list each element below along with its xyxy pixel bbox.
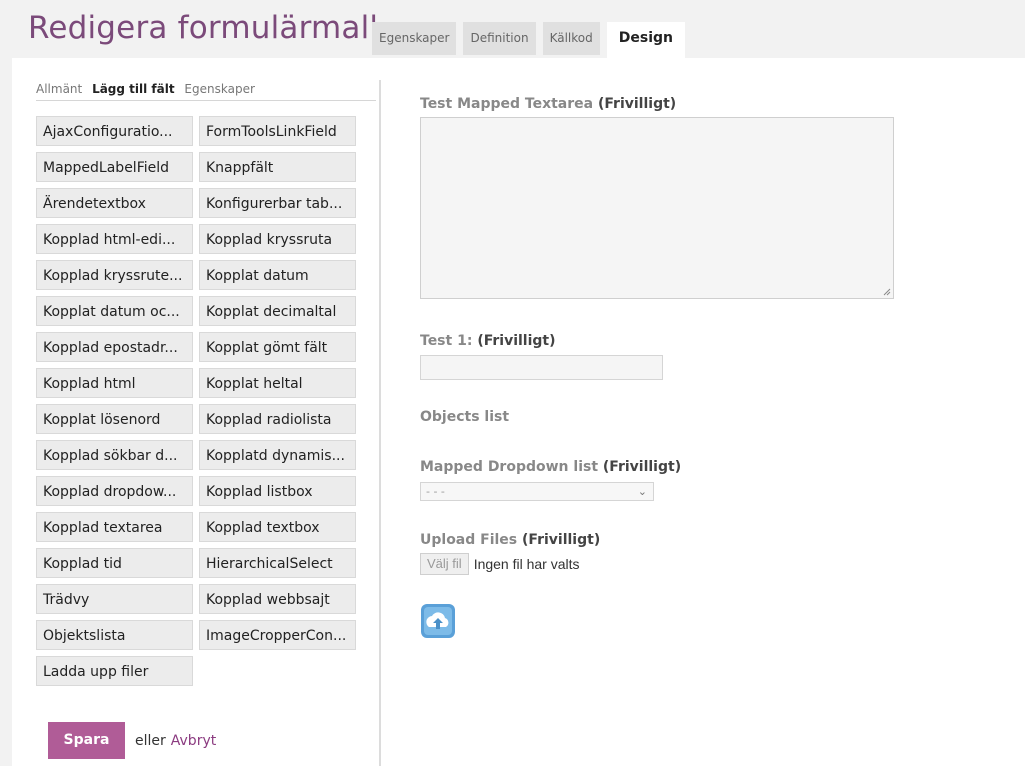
- tab-egenskaper[interactable]: Egenskaper: [372, 22, 457, 55]
- dropdown-optional-text: (Frivilligt): [602, 459, 682, 475]
- file-input: Välj fil Ingen fil har valts: [420, 553, 580, 575]
- upload-label-text: Upload Files: [420, 532, 518, 548]
- objects-list-label: Objects list: [420, 409, 510, 425]
- dropdown-selected-value: - - -: [426, 485, 445, 498]
- field-type-button[interactable]: Objektslista: [36, 620, 193, 650]
- field-type-button[interactable]: Kopplat decimaltal: [199, 296, 356, 326]
- field-type-button[interactable]: Kopplat gömt fält: [199, 332, 356, 362]
- field-type-button[interactable]: Konfigurerbar tab...: [199, 188, 356, 218]
- test1-optional-text: (Frivilligt): [477, 333, 556, 349]
- field-type-button[interactable]: AjaxConfiguratio...: [36, 116, 193, 146]
- field-type-button[interactable]: FormToolsLinkField: [199, 116, 356, 146]
- field-type-button[interactable]: Kopplad tid: [36, 548, 193, 578]
- field-type-button[interactable]: ImageCropperCon...: [199, 620, 356, 650]
- field-type-button[interactable]: Kopplad kryssruta: [199, 224, 356, 254]
- tab-definition[interactable]: Definition: [463, 22, 536, 55]
- mapped-textarea[interactable]: [420, 117, 894, 299]
- page-title: Redigera formulärmall: [28, 10, 379, 46]
- form-actions: Spara eller Avbryt: [48, 722, 216, 759]
- panel-divider: [379, 80, 381, 766]
- field-type-button[interactable]: Kopplad listbox: [199, 476, 356, 506]
- field-type-button[interactable]: Kopplad dropdow...: [36, 476, 193, 506]
- upload-optional-text: (Frivilligt): [522, 532, 601, 548]
- field-type-button[interactable]: Kopplad html-edi...: [36, 224, 193, 254]
- field-panel-subtabs: Allmänt Lägg till fält Egenskaper: [36, 82, 261, 96]
- save-button[interactable]: Spara: [48, 722, 125, 759]
- resize-grip-icon[interactable]: [883, 288, 891, 296]
- mapped-dropdown[interactable]: - - - ⌄: [420, 482, 654, 501]
- tab-kallkod[interactable]: Källkod: [542, 22, 600, 55]
- field-type-button[interactable]: Ärendetextbox: [36, 188, 193, 218]
- field-type-button[interactable]: Kopplat datum: [199, 260, 356, 290]
- or-text: eller: [135, 732, 166, 749]
- subtab-allmant[interactable]: Allmänt: [36, 82, 82, 96]
- field-type-button[interactable]: Kopplad html: [36, 368, 193, 398]
- field-type-button[interactable]: Ladda upp filer: [36, 656, 193, 686]
- test1-field-label: Test 1: (Frivilligt): [420, 333, 556, 349]
- subtab-egenskaper[interactable]: Egenskaper: [184, 82, 254, 96]
- cancel-link[interactable]: Avbryt: [171, 733, 216, 749]
- field-type-button[interactable]: Kopplad textarea: [36, 512, 193, 542]
- test1-input[interactable]: [420, 355, 663, 380]
- chevron-down-icon: ⌄: [637, 485, 647, 498]
- field-type-button[interactable]: Kopplad epostadr...: [36, 332, 193, 362]
- field-type-button[interactable]: Trädvy: [36, 584, 193, 614]
- tab-bar: Egenskaper Definition Källkod Design: [372, 22, 685, 58]
- file-status-text: Ingen fil har valts: [473, 556, 580, 572]
- field-type-button[interactable]: Kopplad sökbar d...: [36, 440, 193, 470]
- textarea-optional-text: (Frivilligt): [597, 96, 677, 112]
- field-type-button[interactable]: Kopplad kryssrute...: [36, 260, 193, 290]
- upload-field-label: Upload Files (Frivilligt): [420, 532, 600, 548]
- field-type-button[interactable]: MappedLabelField: [36, 152, 193, 182]
- textarea-label-text: Test Mapped Textarea: [420, 96, 594, 112]
- field-type-list: AjaxConfiguratio... FormToolsLinkField Map…: [36, 116, 356, 686]
- field-type-button[interactable]: Kopplad textbox: [199, 512, 356, 542]
- subtab-lagg-till-falt[interactable]: Lägg till fält: [92, 82, 175, 96]
- dropdown-label-text: Mapped Dropdown list: [420, 459, 599, 475]
- field-type-button[interactable]: Kopplad webbsajt: [199, 584, 356, 614]
- dropdown-field-label: Mapped Dropdown list (Frivilligt): [420, 459, 681, 475]
- field-type-button[interactable]: HierarchicalSelect: [199, 548, 356, 578]
- left-margin: [0, 58, 12, 766]
- field-type-button[interactable]: Kopplat lösenord: [36, 404, 193, 434]
- subtab-underline: [36, 100, 376, 101]
- field-type-button[interactable]: Knappfält: [199, 152, 356, 182]
- textarea-field-label: Test Mapped Textarea (Frivilligt): [420, 96, 676, 112]
- field-type-button[interactable]: Kopplat datum oc...: [36, 296, 193, 326]
- field-type-button[interactable]: Kopplatd dynamis...: [199, 440, 356, 470]
- field-type-button[interactable]: Kopplat heltal: [199, 368, 356, 398]
- test1-label-text: Test 1:: [420, 333, 473, 349]
- choose-file-button[interactable]: Välj fil: [420, 553, 469, 575]
- field-type-button[interactable]: Kopplad radiolista: [199, 404, 356, 434]
- tab-design[interactable]: Design: [606, 22, 685, 58]
- cloud-upload-icon[interactable]: [420, 603, 456, 639]
